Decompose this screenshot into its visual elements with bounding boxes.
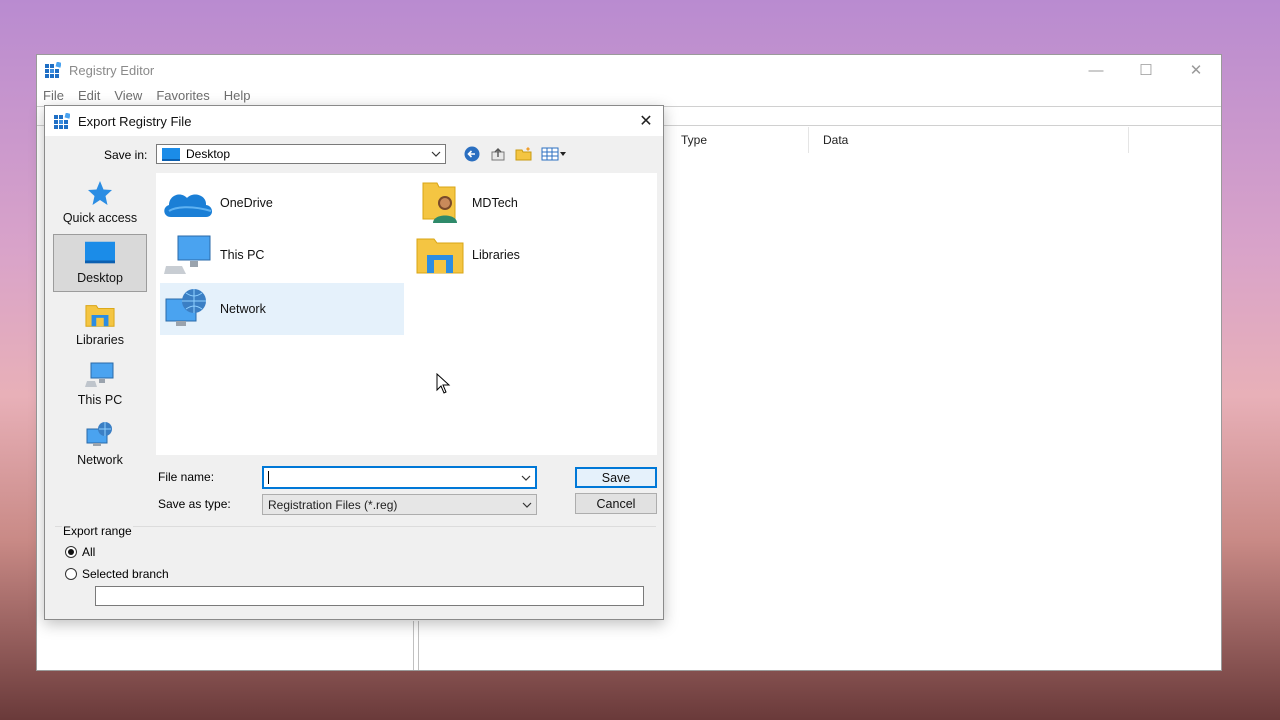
list-item-onedrive[interactable]: OneDrive [160, 179, 400, 227]
export-range-group: Export range All Selected branch [55, 524, 656, 611]
dialog-title: Export Registry File [78, 113, 192, 129]
list-item-network[interactable]: Network [160, 283, 404, 335]
cancel-button[interactable]: Cancel [575, 493, 657, 514]
mouse-cursor-icon [436, 373, 451, 394]
onedrive-icon [160, 181, 216, 225]
save-in-value: Desktop [186, 147, 231, 161]
place-desktop[interactable]: Desktop [53, 234, 147, 292]
registry-app-icon [45, 62, 61, 78]
star-icon [85, 179, 115, 207]
menu-help[interactable]: Help [217, 88, 258, 103]
save-button[interactable]: Save [575, 467, 657, 488]
menu-favorites[interactable]: Favorites [149, 88, 216, 103]
chevron-down-icon[interactable] [521, 468, 531, 487]
list-item-mdtech[interactable]: MDTech [412, 179, 652, 227]
pane-splitter[interactable] [413, 621, 419, 670]
selected-branch-input[interactable] [95, 586, 644, 606]
export-registry-dialog: Export Registry File ✕ Save in: Desktop [44, 105, 664, 620]
save-as-type-value: Registration Files (*.reg) [268, 497, 398, 512]
place-quick-access[interactable]: Quick access [53, 173, 147, 231]
export-range-label: Export range [62, 524, 133, 538]
view-menu-icon[interactable] [541, 146, 567, 162]
file-name-field[interactable] [264, 468, 512, 487]
text-caret [268, 471, 269, 484]
save-in-label: Save in: [104, 148, 148, 162]
file-name-input[interactable] [262, 466, 537, 489]
radio-selected-branch[interactable] [65, 568, 77, 580]
column-type[interactable]: Type [667, 127, 809, 153]
radio-all-label: All [82, 545, 96, 559]
dialog-close-button[interactable]: ✕ [629, 106, 663, 136]
registry-app-icon [54, 113, 70, 129]
menu-edit[interactable]: Edit [71, 88, 107, 103]
libraries-icon [412, 233, 468, 277]
up-folder-icon[interactable] [489, 146, 507, 162]
radio-selected-branch-row[interactable]: Selected branch [65, 567, 169, 581]
registry-menu-bar: File Edit View Favorites Help [37, 85, 258, 105]
radio-all-row[interactable]: All [65, 545, 95, 559]
registry-title-bar: Registry Editor — ☐ ✕ [37, 55, 1221, 85]
chevron-down-icon [522, 495, 532, 514]
network-icon [160, 287, 216, 331]
back-icon[interactable] [463, 146, 481, 162]
dialog-title-bar: Export Registry File ✕ [45, 106, 663, 136]
desktop-icon [162, 147, 180, 161]
close-window-button[interactable]: ✕ [1171, 55, 1221, 85]
places-bar: Quick access Desktop Libraries This PC N… [53, 173, 149, 513]
file-list: OneDrive MDTech This PC Libraries Networ… [156, 173, 657, 455]
desktop-icon [85, 239, 115, 267]
place-network[interactable]: Network [53, 415, 147, 473]
minimize-button[interactable]: — [1071, 55, 1121, 85]
save-in-combo[interactable]: Desktop [156, 144, 446, 164]
menu-view[interactable]: View [107, 88, 149, 103]
save-as-type-label: Save as type: [158, 497, 231, 511]
maximize-button[interactable]: ☐ [1121, 55, 1171, 85]
list-item-libraries[interactable]: Libraries [412, 231, 652, 279]
computer-icon [160, 233, 216, 277]
window-controls: — ☐ ✕ [1071, 55, 1221, 85]
chevron-down-icon [431, 145, 441, 163]
save-as-type-combo[interactable]: Registration Files (*.reg) [262, 494, 537, 515]
values-column-headers: Type Data [667, 127, 1129, 153]
column-data[interactable]: Data [809, 127, 1129, 153]
new-folder-icon[interactable] [515, 146, 533, 162]
file-name-label: File name: [158, 470, 215, 484]
network-icon [85, 421, 115, 449]
registry-title: Registry Editor [69, 62, 155, 78]
place-this-pc[interactable]: This PC [53, 355, 147, 413]
radio-all[interactable] [65, 546, 77, 558]
menu-file[interactable]: File [37, 88, 71, 103]
computer-icon [85, 361, 115, 389]
libraries-icon [85, 301, 115, 329]
list-item-this-pc[interactable]: This PC [160, 231, 400, 279]
place-libraries[interactable]: Libraries [53, 295, 147, 353]
dialog-toolbar [463, 146, 567, 162]
radio-selected-branch-label: Selected branch [82, 567, 169, 581]
user-folder-icon [412, 181, 468, 225]
